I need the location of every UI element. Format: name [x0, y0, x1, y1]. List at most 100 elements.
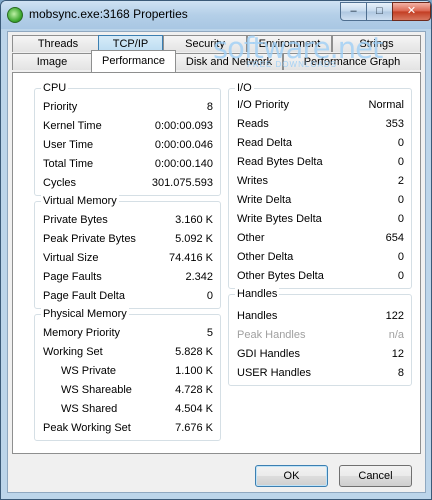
row-value: 2 [397, 175, 404, 187]
row-label: Read Bytes Delta [237, 156, 323, 168]
handles-row-gdi-handles: GDI Handles 12 [229, 345, 411, 364]
row-value: 0 [397, 156, 404, 168]
virtual-memory-group: Virtual Memory Private Bytes 3.160 K Peak… [34, 195, 221, 309]
properties-window: mobsync.exe:3168 Properties – □ ✕ Thread… [0, 0, 432, 500]
handles-group: Handles Handles 122 Peak Handles n/a GDI H… [228, 288, 412, 386]
row-value: n/a [388, 329, 404, 341]
tab-image[interactable]: Image [12, 53, 92, 70]
cpu-row-priority: Priority 8 [35, 98, 220, 117]
row-label: WS Shared [61, 403, 118, 415]
row-label: I/O Priority [237, 99, 289, 111]
row-value: 74.416 K [168, 252, 213, 264]
row-value: 654 [385, 232, 404, 244]
row-value: 8 [397, 367, 404, 379]
row-value: 0:00:00.140 [154, 158, 213, 170]
cpu-group-title: CPU [41, 82, 69, 95]
row-value: 7.676 K [175, 422, 213, 434]
row-label: Handles [237, 310, 278, 322]
row-label: Read Delta [237, 137, 293, 149]
row-label: Virtual Size [43, 252, 99, 264]
close-button[interactable]: ✕ [392, 2, 431, 21]
io-row-io-priority: I/O Priority Normal [229, 96, 411, 115]
row-label: Other Bytes Delta [237, 270, 324, 282]
row-label: Peak Working Set [43, 422, 131, 434]
row-value: 122 [385, 310, 404, 322]
cancel-button[interactable]: Cancel [339, 465, 412, 487]
performance-tab-panel: CPU Priority 8 Kernel Time 0:00:00.093 Use… [12, 72, 421, 454]
row-label: Cycles [43, 177, 77, 189]
row-label: Working Set [43, 346, 103, 358]
physical-memory-group: Physical Memory Memory Priority 5 Working… [34, 308, 221, 441]
io-row-other: Other 654 [229, 229, 411, 248]
io-row-write-bytes-delta: Write Bytes Delta 0 [229, 210, 411, 229]
row-label: WS Private [61, 365, 117, 377]
io-row-other-bytes-delta: Other Bytes Delta 0 [229, 267, 411, 286]
row-value: 0 [206, 290, 213, 302]
watermark-subtitle: FREE DOWNLOADS [247, 60, 338, 69]
row-label: Priority [43, 101, 78, 113]
row-value: 1.100 K [175, 365, 213, 377]
row-label: User Time [43, 139, 94, 151]
virtual-memory-group-title: Virtual Memory [41, 195, 119, 208]
title-bar[interactable]: mobsync.exe:3168 Properties – □ ✕ [1, 1, 431, 29]
row-label: Reads [237, 118, 269, 130]
row-value: 301.075.593 [151, 177, 213, 189]
io-row-read-delta: Read Delta 0 [229, 134, 411, 153]
row-value: 5.092 K [175, 233, 213, 245]
row-value: 0 [397, 137, 404, 149]
row-value: 3.160 K [175, 214, 213, 226]
maximize-button[interactable]: □ [366, 2, 393, 21]
pm-row-working-set: Working Set 5.828 K [35, 343, 220, 362]
pm-row-peak-working-set: Peak Working Set 7.676 K [35, 419, 220, 438]
cpu-group: CPU Priority 8 Kernel Time 0:00:00.093 Use… [34, 82, 221, 196]
io-row-reads: Reads 353 [229, 115, 411, 134]
physical-memory-group-title: Physical Memory [41, 308, 129, 321]
io-group: I/O I/O Priority Normal Reads 353 Read Del… [228, 82, 412, 289]
cpu-row-total-time: Total Time 0:00:00.140 [35, 155, 220, 174]
row-value: 4.504 K [175, 403, 213, 415]
watermark-logo: software.net [213, 34, 383, 62]
cpu-row-cycles: Cycles 301.075.593 [35, 174, 220, 193]
handles-group-title: Handles [235, 288, 280, 301]
row-value: 5 [206, 327, 213, 339]
pm-row-ws-private: WS Private 1.100 K [35, 362, 220, 381]
row-label: Private Bytes [43, 214, 108, 226]
vm-row-page-fault-delta: Page Fault Delta 0 [35, 287, 220, 306]
row-label: Other [237, 232, 265, 244]
row-label: GDI Handles [237, 348, 300, 360]
row-label: Peak Private Bytes [43, 233, 136, 245]
pm-row-ws-shared: WS Shared 4.504 K [35, 400, 220, 419]
row-label: Writes [237, 175, 268, 187]
row-label: Total Time [43, 158, 94, 170]
row-label: Memory Priority [43, 327, 121, 339]
io-row-other-delta: Other Delta 0 [229, 248, 411, 267]
row-label: Write Bytes Delta [237, 213, 322, 225]
row-label: Other Delta [237, 251, 294, 263]
row-value: 0:00:00.093 [154, 120, 213, 132]
row-value: 0 [397, 213, 404, 225]
app-icon [7, 7, 23, 23]
row-value: 0 [397, 270, 404, 282]
io-group-title: I/O [235, 82, 254, 95]
row-value: 0:00:00.046 [154, 139, 213, 151]
minimize-button[interactable]: – [340, 2, 367, 21]
row-value: 2.342 [185, 271, 213, 283]
vm-row-private-bytes: Private Bytes 3.160 K [35, 211, 220, 230]
vm-row-virtual-size: Virtual Size 74.416 K [35, 249, 220, 268]
row-label: Page Fault Delta [43, 290, 125, 302]
window-title: mobsync.exe:3168 Properties [29, 7, 188, 21]
row-value: 353 [385, 118, 404, 130]
ok-button[interactable]: OK [255, 465, 328, 487]
tab-performance[interactable]: Performance [91, 50, 176, 72]
row-value: 4.728 K [175, 384, 213, 396]
dialog-body: Threads TCP/IP Security Environment Stri… [7, 31, 426, 493]
row-label: Page Faults [43, 271, 102, 283]
row-value: Normal [368, 99, 404, 111]
io-row-write-delta: Write Delta 0 [229, 191, 411, 210]
vm-row-page-faults: Page Faults 2.342 [35, 268, 220, 287]
io-row-writes: Writes 2 [229, 172, 411, 191]
handles-row-handles: Handles 122 [229, 307, 411, 326]
handles-row-user-handles: USER Handles 8 [229, 364, 411, 383]
row-value: 8 [206, 101, 213, 113]
cpu-row-kernel-time: Kernel Time 0:00:00.093 [35, 117, 220, 136]
